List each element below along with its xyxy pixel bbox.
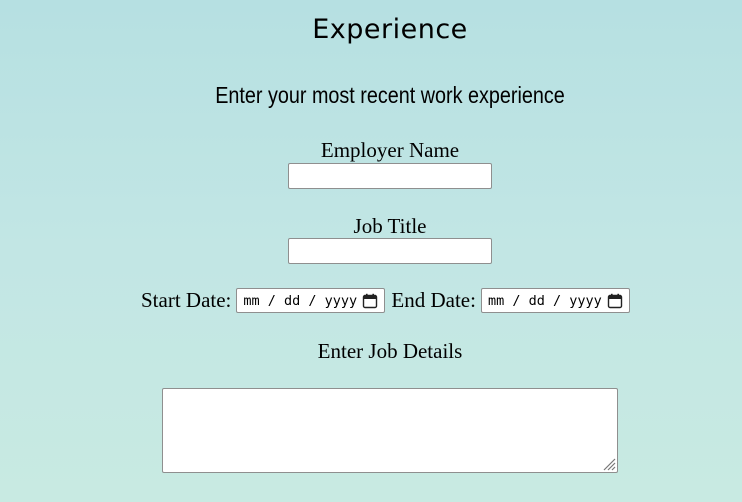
employer-name-label: Employer Name bbox=[320, 138, 460, 162]
experience-form-page: Experience Enter your most recent work e… bbox=[0, 0, 742, 502]
employer-name-input[interactable] bbox=[288, 163, 492, 189]
section-subtitle: Enter your most recent work experience bbox=[215, 82, 565, 108]
end-date-input[interactable]: mm / dd / yyyy bbox=[480, 288, 630, 313]
start-date-input[interactable]: mm / dd / yyyy bbox=[236, 288, 386, 313]
start-date-placeholder: mm / dd / yyyy bbox=[243, 292, 358, 309]
calendar-icon[interactable] bbox=[362, 293, 378, 309]
job-details-textarea[interactable] bbox=[162, 388, 618, 473]
resize-handle-icon[interactable] bbox=[600, 455, 616, 471]
calendar-icon[interactable] bbox=[607, 293, 623, 309]
job-title-label: Job Title bbox=[353, 214, 427, 238]
start-date-label: Start Date: bbox=[141, 288, 232, 312]
date-row: Start Date: mm / dd / yyyy End Date: mm … bbox=[141, 288, 636, 313]
page-title: Experience bbox=[312, 14, 468, 45]
job-title-input[interactable] bbox=[288, 238, 492, 264]
job-details-label: Enter Job Details bbox=[317, 339, 463, 363]
end-date-label: End Date: bbox=[391, 288, 476, 312]
end-date-placeholder: mm / dd / yyyy bbox=[487, 292, 602, 309]
